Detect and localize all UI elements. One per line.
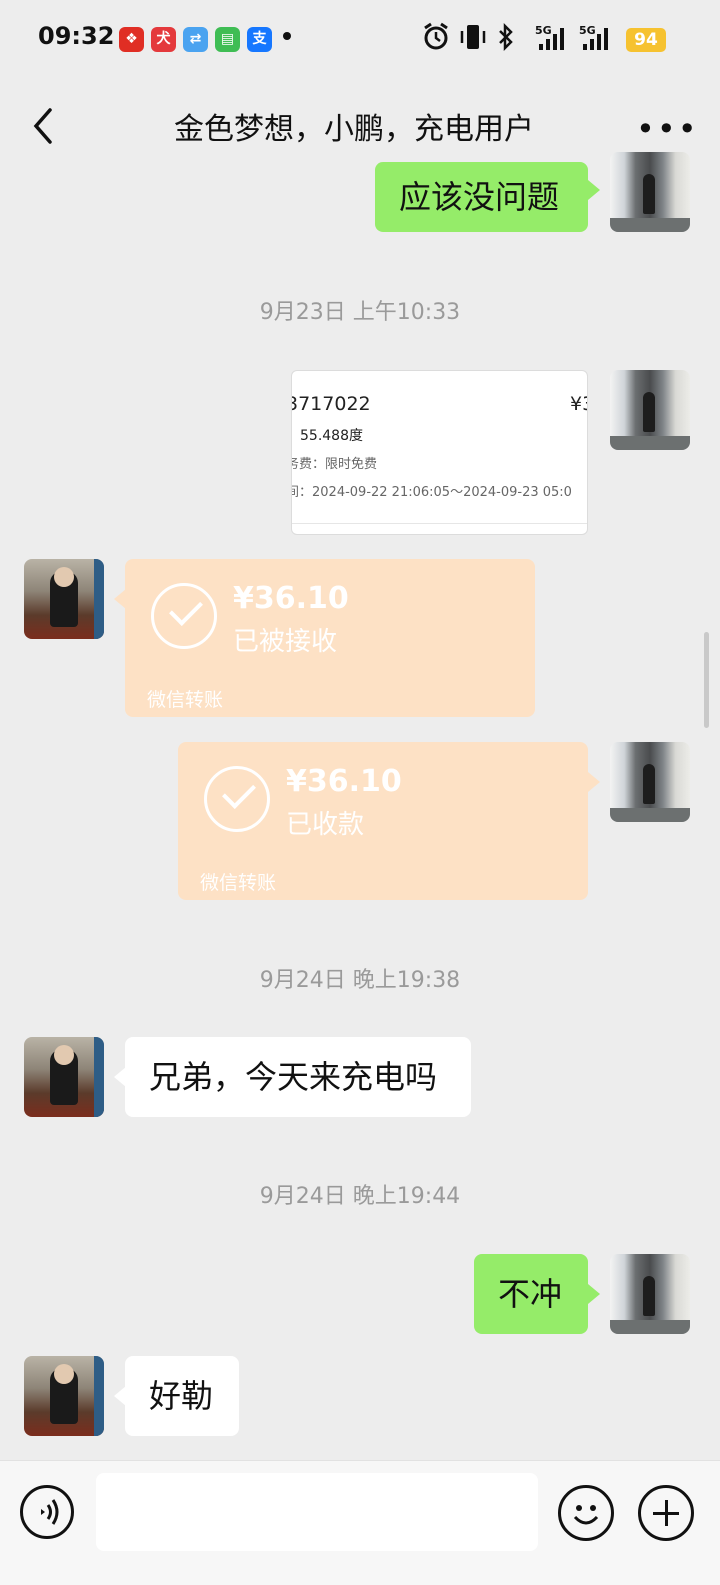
alarm-icon bbox=[424, 22, 448, 50]
timestamp: 9月24日 晚上19:38 bbox=[259, 968, 461, 993]
message-bubble-received[interactable]: 兄弟，今天来充电吗 bbox=[125, 1037, 471, 1117]
smiley-icon bbox=[573, 1505, 599, 1525]
transfer-amount: ¥36.10 bbox=[286, 764, 402, 799]
taobao-special-icon: ⇄ bbox=[183, 27, 208, 52]
avatar-me[interactable] bbox=[610, 1254, 690, 1334]
message-text: 兄弟，今天来充电吗 bbox=[149, 1057, 438, 1096]
more-functions-button[interactable] bbox=[638, 1485, 694, 1541]
receipt-service-fee: 务费：限时免费 bbox=[291, 457, 378, 472]
bluetooth-icon bbox=[499, 22, 513, 52]
timestamp: 9月24日 晚上19:44 bbox=[259, 1184, 461, 1209]
receipt-divider bbox=[292, 523, 587, 524]
transfer-label: 微信转账 bbox=[200, 872, 277, 894]
timestamp: 9月23日 上午10:33 bbox=[259, 300, 461, 325]
transfer-card-collected[interactable]: ¥36.10 已收款 微信转账 bbox=[178, 742, 588, 900]
bubble-tail bbox=[588, 1284, 600, 1304]
check-circle-icon bbox=[151, 583, 217, 649]
receipt-price: ¥3 bbox=[570, 393, 587, 415]
message-bubble-sent[interactable]: 不冲 bbox=[474, 1254, 588, 1334]
message-text: 好勒 bbox=[149, 1376, 214, 1415]
signal-icon-2 bbox=[583, 28, 608, 50]
avatar-me[interactable] bbox=[610, 742, 690, 822]
receipt-order-number: 3717022 bbox=[291, 393, 371, 415]
message-input[interactable] bbox=[96, 1473, 538, 1551]
avatar-me[interactable] bbox=[610, 370, 690, 450]
bubble-tail bbox=[588, 772, 600, 792]
message-bubble-sent[interactable]: 应该没问题 bbox=[375, 162, 588, 232]
emoji-button[interactable] bbox=[558, 1485, 614, 1541]
scrollbar-thumb[interactable] bbox=[704, 632, 709, 728]
receipt-time-range: 间：2024-09-22 21:06:05～2024-09-23 05:0 bbox=[291, 485, 572, 500]
transfer-status: 已被接收 bbox=[233, 627, 338, 657]
more-icon[interactable]: ••• bbox=[636, 110, 699, 148]
alipay-icon: 支 bbox=[247, 27, 272, 52]
receipt-image[interactable]: 3717022 ¥3 ：55.488度 务费：限时免费 间：2024-09-22… bbox=[291, 370, 588, 535]
vibrate-icon bbox=[460, 25, 486, 49]
check-circle-icon bbox=[204, 766, 270, 832]
status-time: 09:32 bbox=[38, 22, 115, 50]
avatar-me[interactable] bbox=[610, 152, 690, 232]
avatar-friend[interactable] bbox=[24, 559, 104, 639]
transfer-label: 微信转账 bbox=[147, 689, 224, 711]
back-icon[interactable] bbox=[28, 104, 58, 148]
notification-dot bbox=[283, 32, 291, 40]
transfer-card-received[interactable]: ¥36.10 已被接收 微信转账 bbox=[125, 559, 535, 717]
transfer-amount: ¥36.10 bbox=[233, 581, 349, 616]
signal-icon-1 bbox=[539, 28, 564, 50]
bubble-tail bbox=[588, 180, 600, 200]
message-text: 不冲 bbox=[498, 1274, 563, 1313]
jd-icon: 犬 bbox=[151, 27, 176, 52]
message-text: 应该没问题 bbox=[399, 177, 560, 216]
transfer-status: 已收款 bbox=[286, 810, 365, 840]
avatar-friend[interactable] bbox=[24, 1356, 104, 1436]
voice-icon bbox=[41, 1499, 59, 1525]
receipt-energy: ：55.488度 bbox=[291, 428, 363, 444]
message-bubble-received[interactable]: 好勒 bbox=[125, 1356, 239, 1436]
messages-icon: ▤ bbox=[215, 27, 240, 52]
chat-title: 金色梦想，小鹏，充电用户 bbox=[174, 112, 534, 147]
voice-input-button[interactable] bbox=[20, 1485, 74, 1539]
battery-indicator: 94 bbox=[626, 28, 666, 52]
pinduoduo-icon: ❖ bbox=[119, 27, 144, 52]
avatar-friend[interactable] bbox=[24, 1037, 104, 1117]
